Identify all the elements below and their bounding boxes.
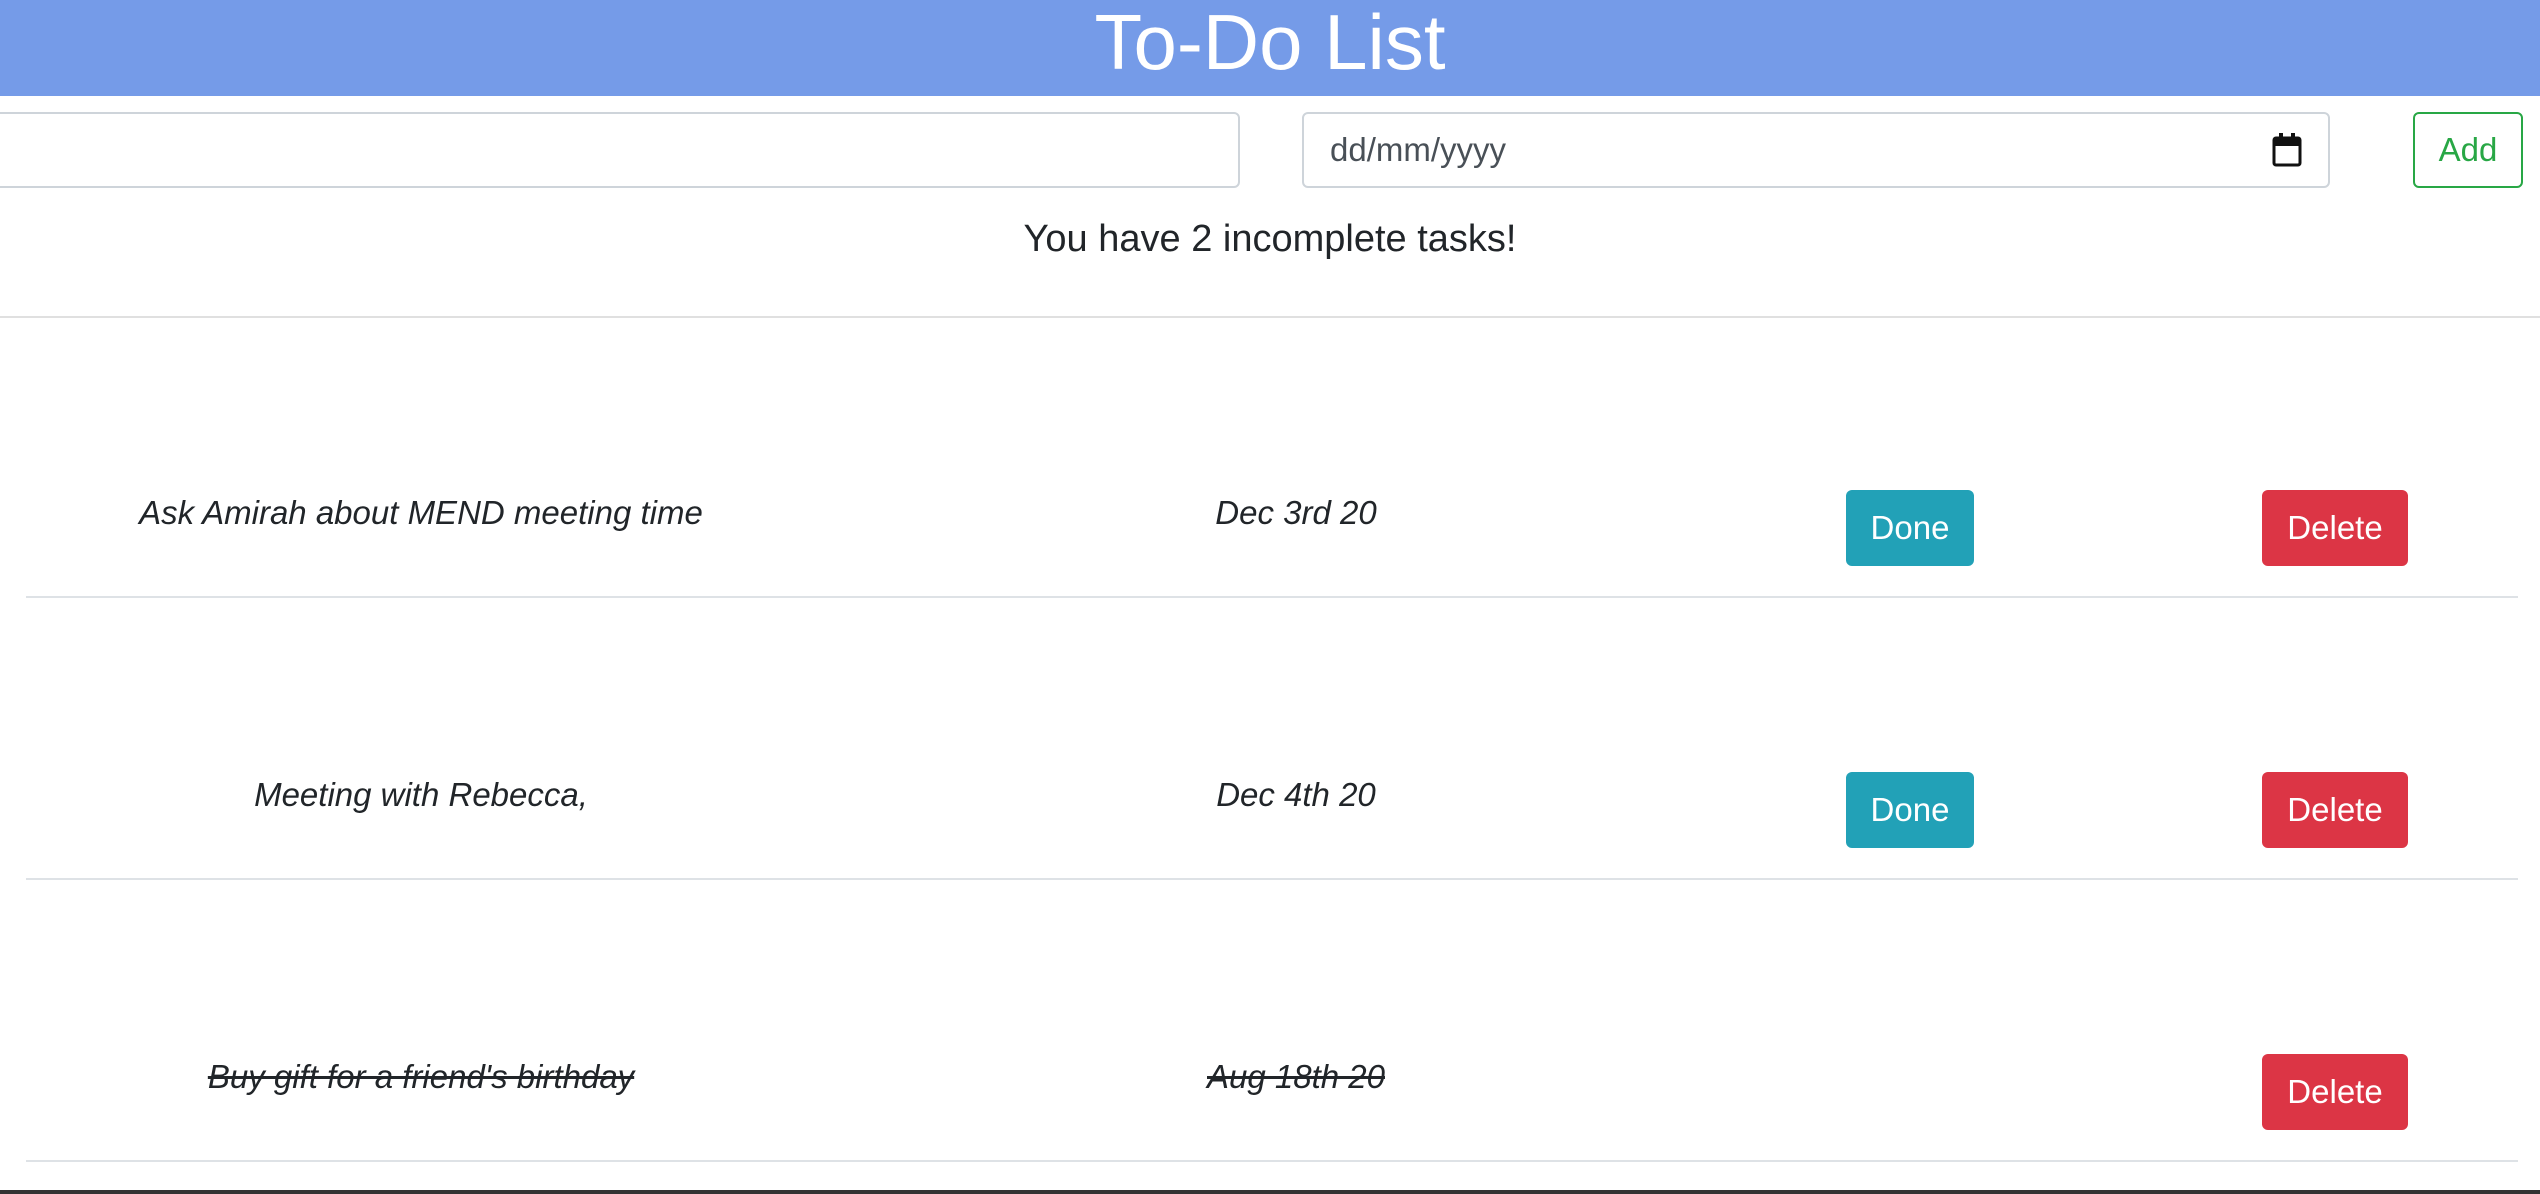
delete-button[interactable]: Delete: [2262, 1054, 2408, 1130]
delete-button[interactable]: Delete: [2262, 490, 2408, 566]
date-placeholder: dd/mm/yyyy: [1330, 131, 1507, 168]
task-input[interactable]: [0, 112, 1240, 188]
task-name: Buy gift for a friend's birthday: [207, 1058, 635, 1095]
page-title: To-Do List: [1094, 0, 1446, 86]
done-button[interactable]: Done: [1846, 490, 1974, 566]
done-button[interactable]: Done: [1846, 772, 1974, 848]
task-row: Ask Amirah about MEND meeting time Dec 3…: [26, 316, 2518, 598]
window-bottom-edge: [0, 1190, 2540, 1194]
task-row: Meeting with Rebecca, Dec 4th 20 Done De…: [26, 598, 2518, 880]
incomplete-count: You have 2 incomplete tasks!: [1023, 218, 1517, 260]
task-name: Meeting with Rebecca,: [254, 776, 588, 813]
delete-button[interactable]: Delete: [2262, 772, 2408, 848]
task-row-completed: Buy gift for a friend's birthday Aug 18t…: [26, 880, 2518, 1162]
task-date: Dec 3rd 20: [1215, 494, 1377, 531]
add-button[interactable]: Add: [2413, 112, 2523, 188]
task-name: Ask Amirah about MEND meeting time: [139, 494, 703, 531]
task-date: Dec 4th 20: [1216, 776, 1376, 813]
task-date: Aug 18th 20: [1207, 1058, 1385, 1095]
app-header: To-Do List: [0, 0, 2540, 96]
calendar-icon[interactable]: [2272, 133, 2302, 167]
date-input[interactable]: dd/mm/yyyy: [1302, 112, 2330, 188]
